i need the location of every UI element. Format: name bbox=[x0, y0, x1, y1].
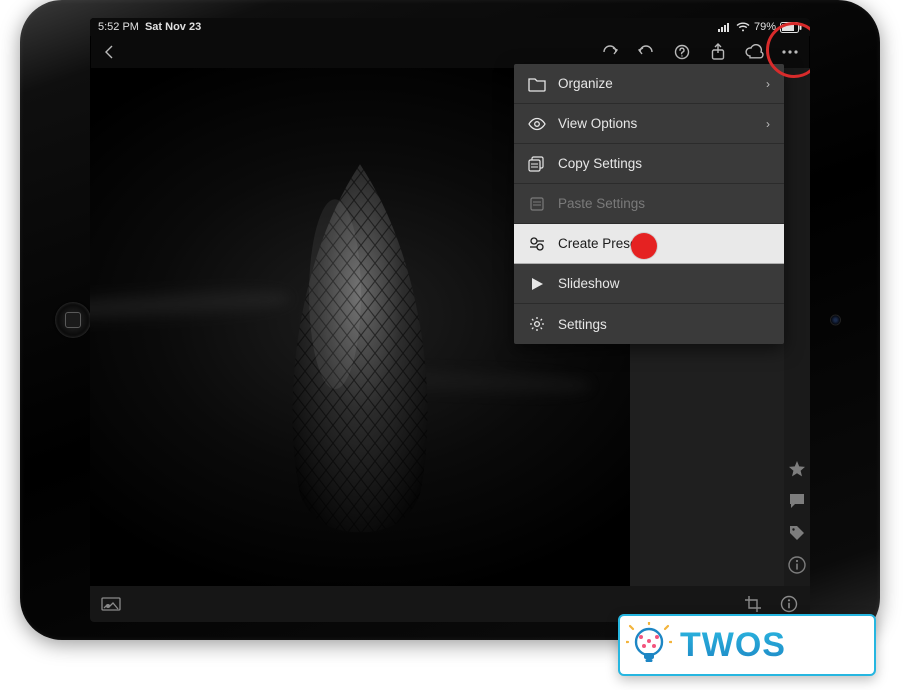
menu-label: Paste Settings bbox=[558, 196, 770, 211]
undo-button[interactable] bbox=[636, 42, 656, 62]
info-icon[interactable] bbox=[788, 556, 806, 574]
battery-percent: 79% bbox=[754, 21, 776, 33]
annotation-dot bbox=[631, 233, 657, 259]
menu-label: View Options bbox=[558, 116, 754, 131]
context-menu: Organize › View Options › Copy Settings bbox=[514, 64, 784, 344]
paste-sliders-icon bbox=[528, 196, 546, 212]
share-button[interactable] bbox=[708, 42, 728, 62]
status-time: 5:52 PM bbox=[98, 21, 139, 33]
comment-icon[interactable] bbox=[788, 492, 806, 510]
crop-button[interactable] bbox=[742, 593, 764, 615]
menu-copy-settings[interactable]: Copy Settings bbox=[514, 144, 784, 184]
status-date: Sat Nov 23 bbox=[145, 21, 201, 33]
menu-organize[interactable]: Organize › bbox=[514, 64, 784, 104]
menu-label: Slideshow bbox=[558, 276, 770, 291]
folder-gear-icon bbox=[528, 76, 546, 92]
menu-slideshow[interactable]: Slideshow bbox=[514, 264, 784, 304]
menu-label: Settings bbox=[558, 317, 770, 332]
menu-paste-settings: Paste Settings bbox=[514, 184, 784, 224]
screen: 5:52 PM Sat Nov 23 79% bbox=[90, 18, 810, 622]
help-button[interactable] bbox=[672, 42, 692, 62]
wifi-icon bbox=[736, 22, 750, 32]
menu-label: Create Preset bbox=[558, 236, 770, 251]
lightbulb-icon bbox=[626, 622, 672, 668]
menu-view-options[interactable]: View Options › bbox=[514, 104, 784, 144]
decorative-cloud bbox=[90, 281, 291, 329]
ipad-home-button[interactable] bbox=[55, 302, 91, 338]
star-icon[interactable] bbox=[788, 460, 806, 478]
redo-button[interactable] bbox=[600, 42, 620, 62]
right-tool-strip bbox=[784, 68, 810, 586]
ipad-frame: 5:52 PM Sat Nov 23 79% bbox=[20, 0, 880, 640]
back-button[interactable] bbox=[100, 42, 120, 62]
more-button[interactable] bbox=[780, 42, 800, 62]
cellular-signal-icon bbox=[718, 22, 732, 32]
watermark-badge: TWOS bbox=[618, 614, 876, 676]
chevron-right-icon: › bbox=[766, 117, 770, 131]
battery-icon bbox=[780, 22, 802, 33]
photo-subject bbox=[270, 164, 450, 534]
eye-icon bbox=[528, 117, 546, 131]
copy-sliders-icon bbox=[528, 156, 546, 172]
filmstrip-button[interactable] bbox=[100, 593, 122, 615]
gear-icon bbox=[528, 316, 546, 332]
tag-icon[interactable] bbox=[788, 524, 806, 542]
cloud-sync-button[interactable] bbox=[744, 42, 764, 62]
chevron-right-icon: › bbox=[766, 77, 770, 91]
menu-label: Copy Settings bbox=[558, 156, 770, 171]
menu-settings[interactable]: Settings bbox=[514, 304, 784, 344]
watermark-text: TWOS bbox=[680, 626, 786, 665]
play-icon bbox=[528, 277, 546, 291]
menu-label: Organize bbox=[558, 76, 754, 91]
ipad-front-camera bbox=[831, 316, 840, 325]
sliders-plus-icon bbox=[528, 236, 546, 252]
status-bar: 5:52 PM Sat Nov 23 79% bbox=[90, 18, 810, 36]
info-button[interactable] bbox=[778, 593, 800, 615]
